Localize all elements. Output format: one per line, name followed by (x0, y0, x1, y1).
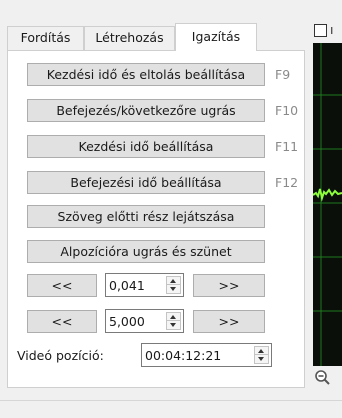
checkbox-label: ı (330, 22, 334, 37)
video-position-input[interactable] (145, 346, 245, 364)
spin-up-icon[interactable] (167, 313, 180, 321)
video-position-stepper[interactable] (141, 343, 272, 367)
tab-create[interactable]: Létrehozás (84, 26, 175, 50)
step-large-input[interactable] (109, 312, 161, 330)
shortcut-f11: F11 (275, 139, 299, 154)
step-large-back-button[interactable]: << (27, 310, 97, 333)
step-small-back-button[interactable]: << (27, 274, 97, 297)
set-start-button[interactable]: Kezdési idő beállítása (27, 135, 265, 158)
play-before-button[interactable]: Szöveg előtti rész lejátszása (27, 205, 265, 228)
shortcut-f9: F9 (275, 67, 291, 82)
step-small-stepper[interactable] (105, 273, 184, 297)
shortcut-f12: F12 (275, 175, 299, 190)
top-strip (0, 0, 342, 12)
step-small-spin-buttons (166, 276, 181, 294)
goto-pause-button[interactable]: Alpozícióra ugrás és szünet (27, 240, 265, 263)
step-large-spin-buttons (166, 312, 181, 330)
goto-end-next-button[interactable]: Befejezés/következőre ugrás (27, 99, 265, 122)
spin-up-icon[interactable] (167, 277, 180, 285)
video-position-label: Videó pozíció: (17, 348, 104, 363)
shortcut-f10: F10 (275, 103, 299, 118)
tab-translate[interactable]: Fordítás (7, 26, 84, 50)
waveform-graphic (313, 43, 342, 366)
step-large-stepper[interactable] (105, 309, 184, 333)
spin-down-icon[interactable] (167, 321, 180, 329)
spin-down-icon[interactable] (167, 285, 180, 293)
set-start-offset-button[interactable]: Kezdési idő és eltolás beállítása (27, 63, 265, 86)
video-position-spin-buttons (254, 346, 269, 364)
bottom-divider (0, 400, 342, 401)
waveform-view[interactable] (313, 43, 342, 366)
zoom-out-icon[interactable] (314, 369, 332, 387)
spin-up-icon[interactable] (255, 347, 268, 355)
set-end-button[interactable]: Befejezési idő beállítása (27, 171, 265, 194)
tab-adjust[interactable]: Igazítás (175, 23, 257, 51)
spin-down-icon[interactable] (255, 355, 268, 363)
step-large-forward-button[interactable]: >> (193, 310, 265, 333)
step-small-input[interactable] (109, 276, 161, 294)
checkbox-icon[interactable] (314, 24, 327, 37)
step-small-forward-button[interactable]: >> (193, 274, 265, 297)
